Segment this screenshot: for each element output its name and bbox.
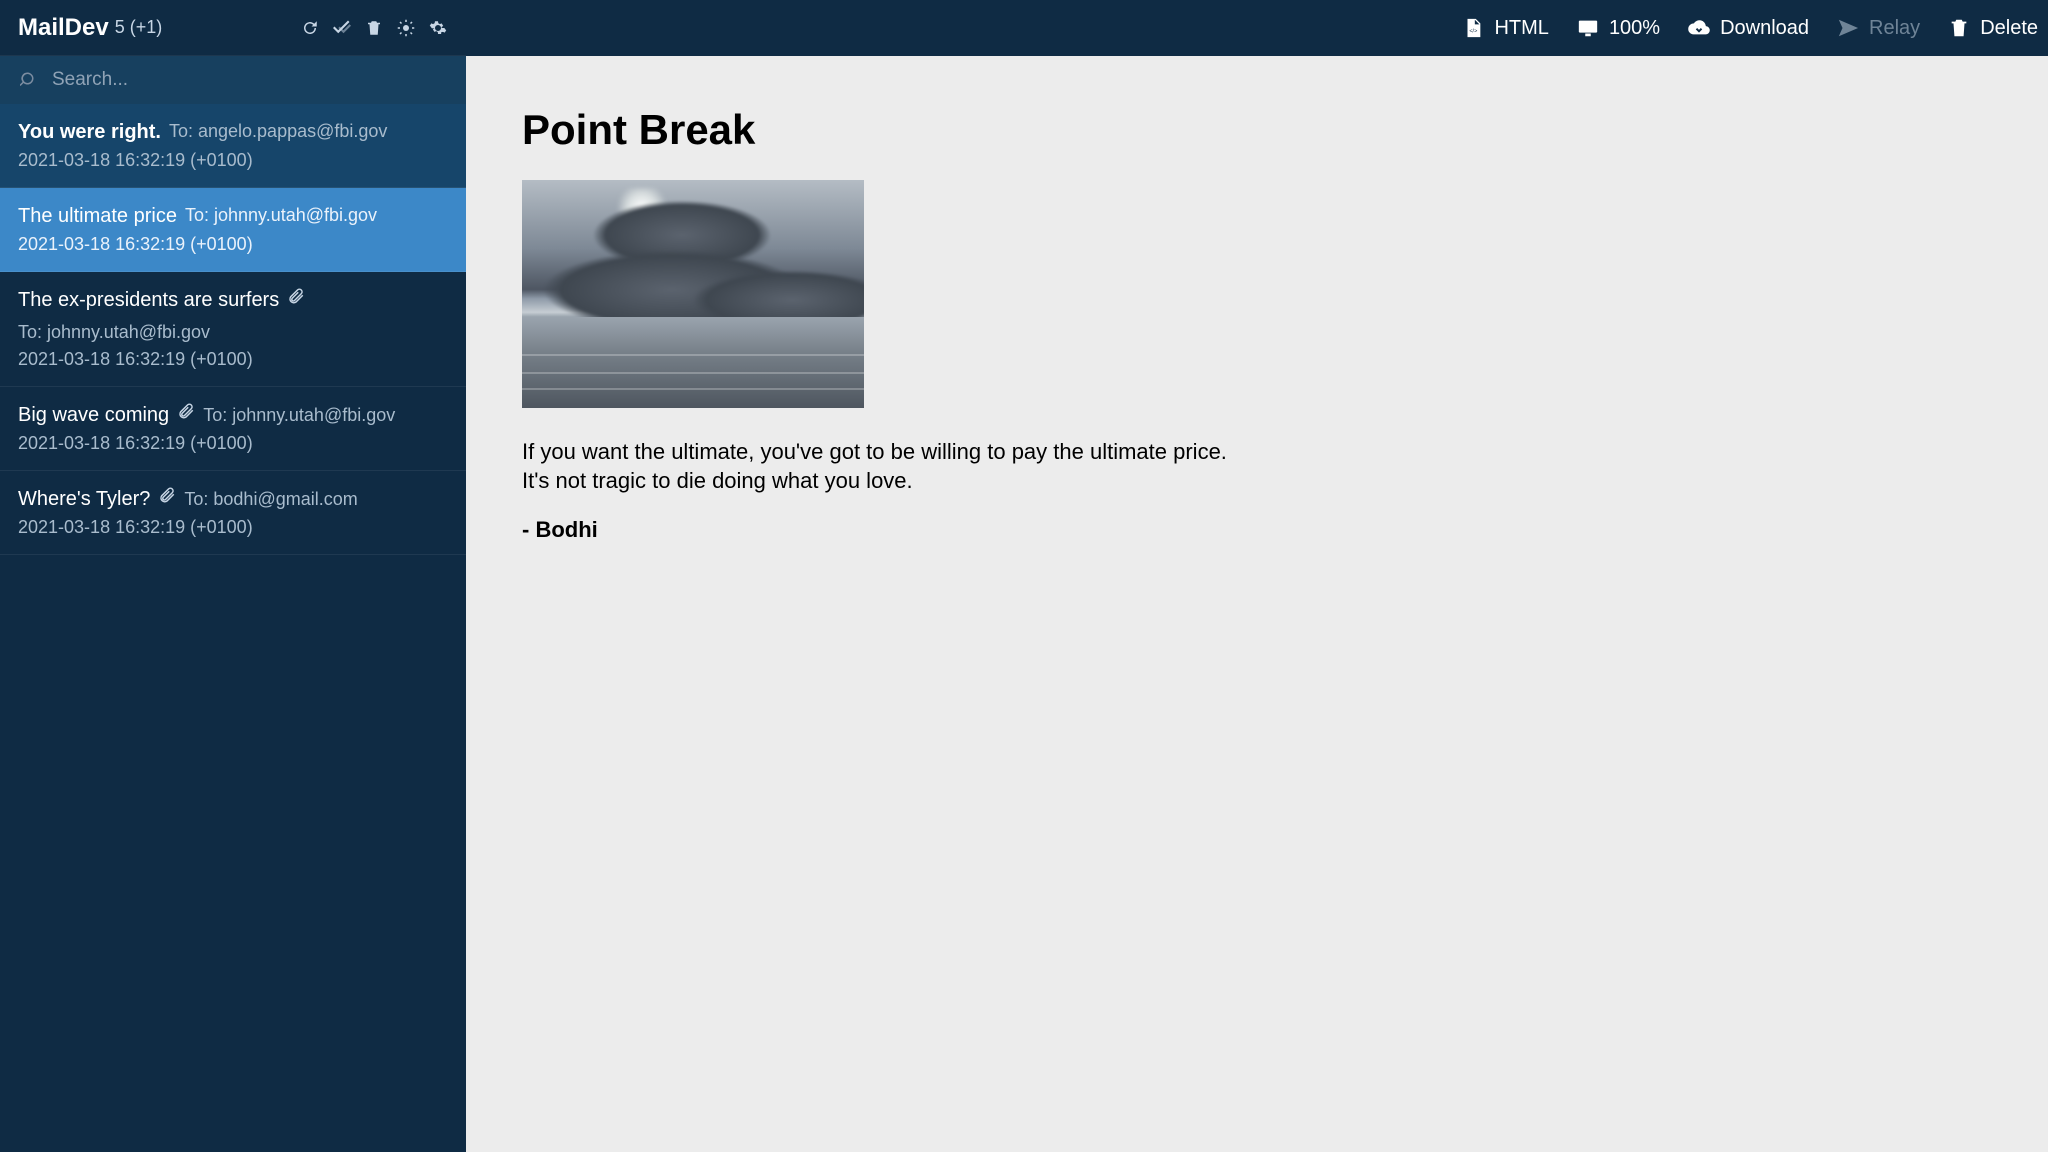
mail-date: 2021-03-18 16:32:19 (+0100) [18,234,448,255]
paperclip-icon [158,486,176,511]
view-html-button[interactable]: </> HTML [1462,17,1548,40]
email-signature: - Bodhi [522,517,1992,543]
mail-list: You were right. To: angelo.pappas@fbi.gov… [0,104,466,1152]
mark-all-read-icon[interactable] [328,14,356,42]
mail-subject: Big wave coming [18,401,169,429]
search-input[interactable] [52,69,448,91]
email-image [522,180,864,408]
mail-item[interactable]: The ultimate price To: johnny.utah@fbi.go… [0,188,466,272]
mail-to: To: angelo.pappas@fbi.gov [169,119,387,144]
view-html-label: HTML [1494,17,1548,40]
toolbar: </> HTML 100% Download Relay Delete [466,0,2048,56]
sidebar: MailDev 5 (+1) You were right. To: angelo… [0,0,466,1152]
email-title: Point Break [522,106,1992,154]
relay-label: Relay [1869,17,1920,40]
email-paragraph: If you want the ultimate, you've got to … [522,438,1992,495]
main-panel: </> HTML 100% Download Relay Delete Poin… [466,0,2048,1152]
svg-text:</>: </> [1470,29,1478,35]
mail-subject: The ex-presidents are surfers [18,286,279,314]
search-bar [0,56,466,104]
mail-subject: Where's Tyler? [18,485,150,513]
email-body: Point Break If you want the ultimate, yo… [466,56,2048,1152]
mail-date: 2021-03-18 16:32:19 (+0100) [18,349,448,370]
zoom-button[interactable]: 100% [1577,17,1660,40]
gear-icon[interactable] [424,14,452,42]
refresh-icon[interactable] [296,14,324,42]
relay-button[interactable]: Relay [1837,17,1920,40]
mail-item[interactable]: Where's Tyler? To: bodhi@gmail.com 2021-03… [0,471,466,555]
mail-count-badge: 5 (+1) [115,17,163,38]
delete-label: Delete [1980,17,2038,40]
app-title: MailDev [18,14,109,42]
zoom-label: 100% [1609,17,1660,40]
mail-subject: The ultimate price [18,202,177,230]
mail-item[interactable]: Big wave coming To: johnny.utah@fbi.gov 20… [0,387,466,471]
mail-date: 2021-03-18 16:32:19 (+0100) [18,517,448,538]
settings-sun-icon[interactable] [392,14,420,42]
delete-all-icon[interactable] [360,14,388,42]
mail-to: To: johnny.utah@fbi.gov [18,320,210,345]
paperclip-icon [287,287,305,312]
mail-date: 2021-03-18 16:32:19 (+0100) [18,150,448,171]
mail-item[interactable]: The ex-presidents are surfers To: johnny.… [0,272,466,387]
paperclip-icon [177,402,195,427]
mail-subject: You were right. [18,118,161,146]
mail-date: 2021-03-18 16:32:19 (+0100) [18,433,448,454]
search-icon [18,69,40,91]
mail-to: To: johnny.utah@fbi.gov [203,403,395,428]
download-label: Download [1720,17,1809,40]
sidebar-header: MailDev 5 (+1) [0,0,466,56]
download-button[interactable]: Download [1688,17,1809,40]
mail-to: To: johnny.utah@fbi.gov [185,203,377,228]
mail-to: To: bodhi@gmail.com [184,487,357,512]
delete-button[interactable]: Delete [1948,17,2038,40]
mail-item[interactable]: You were right. To: angelo.pappas@fbi.gov… [0,104,466,188]
